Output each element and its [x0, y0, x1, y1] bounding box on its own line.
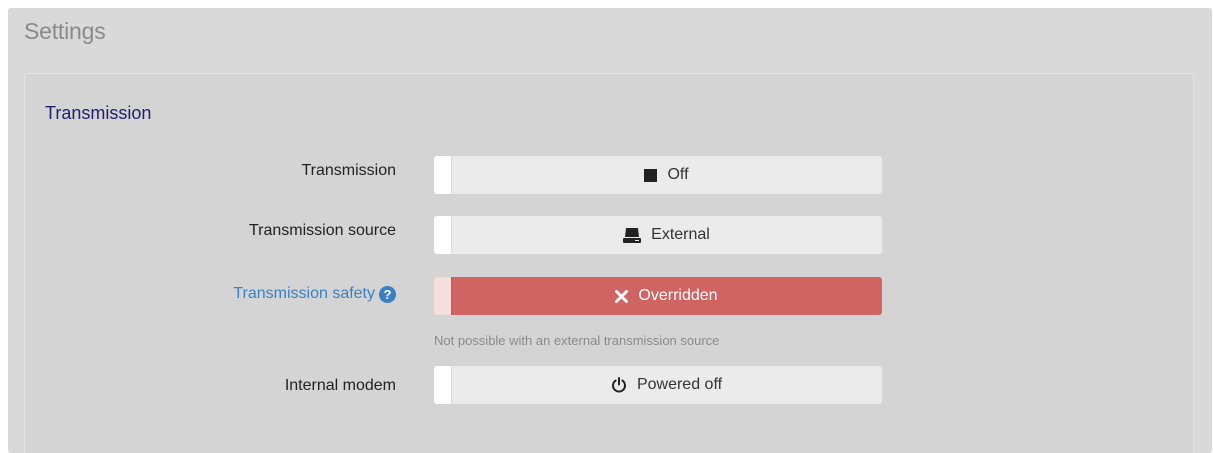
toggle-content: Powered off: [451, 366, 882, 404]
toggle-content: External: [451, 216, 882, 254]
transmission-label: Transmission: [301, 162, 396, 179]
question-circle-icon[interactable]: ?: [379, 285, 396, 303]
transmission-source-toggle[interactable]: External: [434, 216, 882, 254]
transmission-safety-label: Transmission safety ?: [233, 285, 396, 303]
toggle-content: Overridden: [451, 277, 882, 315]
device-external-icon: [623, 227, 642, 243]
power-icon: [611, 377, 627, 393]
toggle-knob: [434, 156, 451, 194]
transmission-panel: Transmission Transmission Off Transmissi…: [24, 73, 1194, 453]
transmission-source-value: External: [651, 226, 710, 243]
page-title: Settings: [24, 18, 106, 44]
transmission-safety-toggle[interactable]: Overridden: [434, 277, 882, 315]
stop-square-icon: [644, 168, 658, 182]
transmission-safety-label-text: Transmission safety: [233, 285, 375, 302]
toggle-knob: [434, 366, 451, 404]
settings-container: Settings Transmission Transmission Off T…: [8, 8, 1212, 453]
internal-modem-value: Powered off: [636, 376, 723, 393]
transmission-safety-hint: Not possible with an external transmissi…: [434, 333, 720, 348]
internal-modem-label: Internal modem: [284, 377, 396, 394]
toggle-knob: [434, 277, 451, 315]
transmission-value: Off: [667, 166, 689, 183]
transmission-toggle[interactable]: Off: [434, 156, 882, 194]
toggle-content: Off: [451, 156, 882, 194]
internal-modem-toggle[interactable]: Powered off: [434, 366, 882, 404]
section-title: Transmission: [45, 103, 152, 123]
close-x-icon: [615, 289, 629, 303]
transmission-safety-value: Overridden: [638, 287, 718, 304]
toggle-knob: [434, 216, 451, 254]
transmission-source-label: Transmission source: [248, 222, 396, 239]
